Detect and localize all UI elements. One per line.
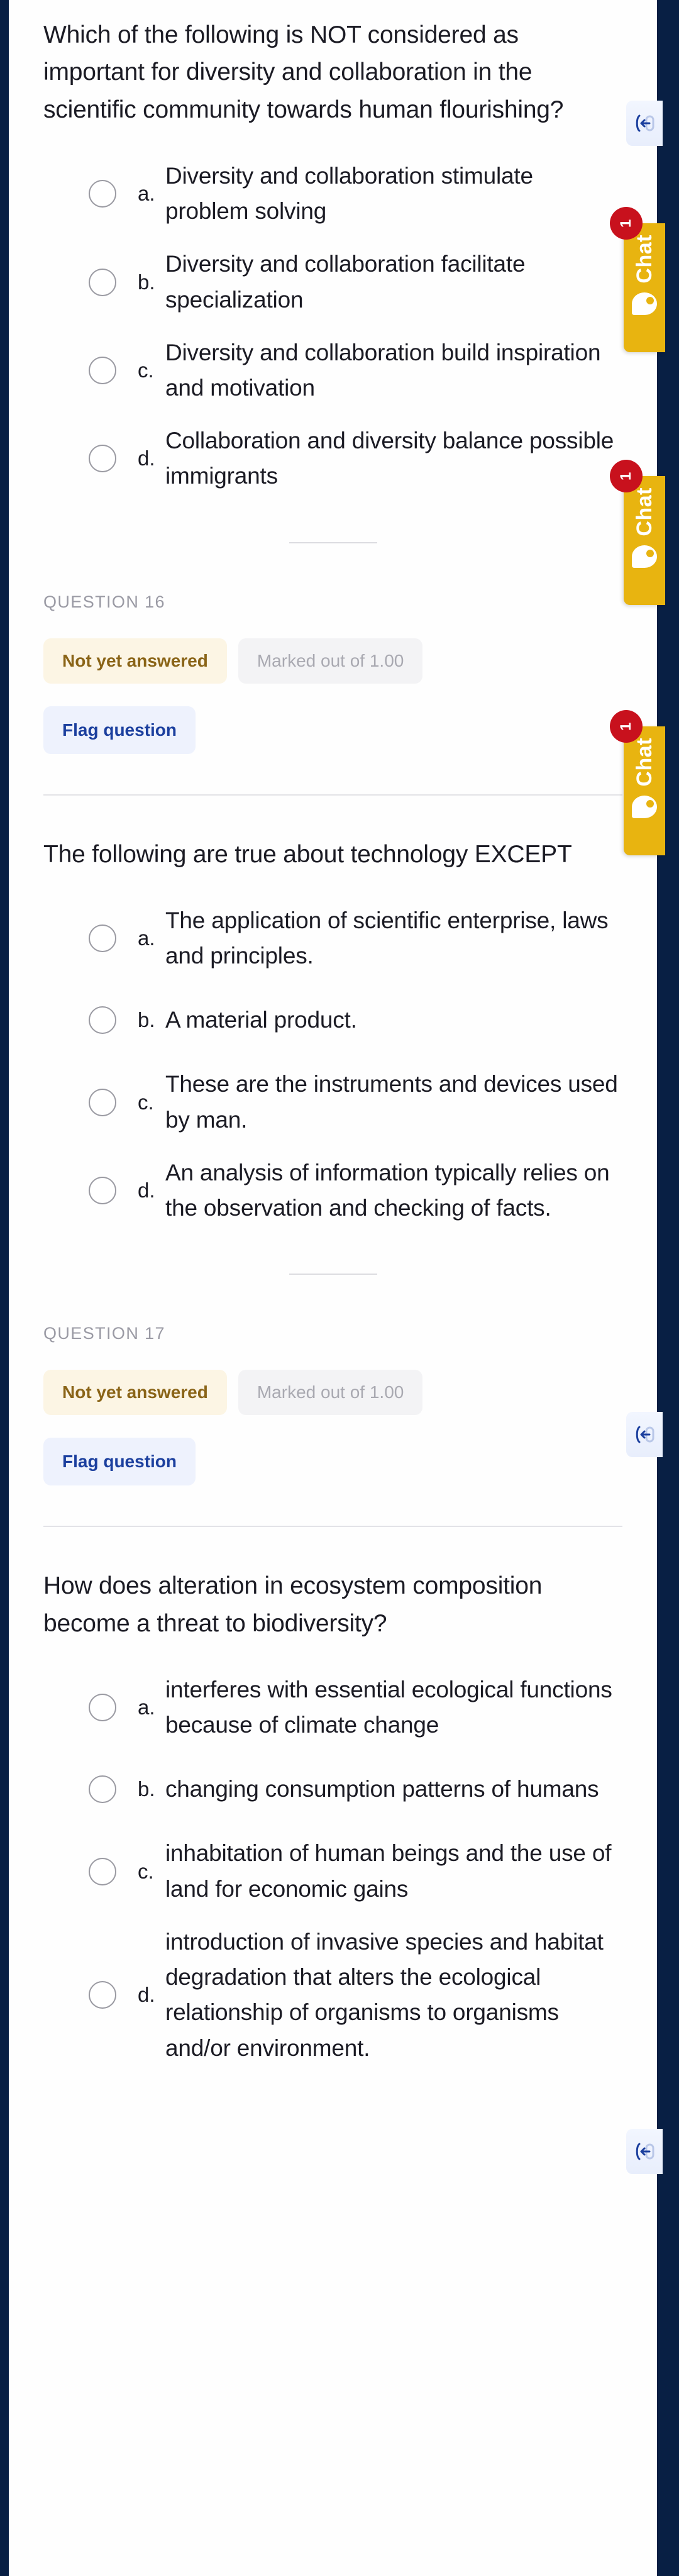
option-letter: c. (138, 1090, 154, 1114)
option-text: interferes with essential ecological fun… (165, 1676, 612, 1738)
question-number-label: QUESTION 17 (43, 1324, 165, 1343)
radio-button-b[interactable] (89, 268, 116, 296)
option-row[interactable]: c. inhabitation of human beings and the … (43, 1827, 622, 1915)
option-letter: a. (138, 926, 155, 950)
option-row[interactable]: b. A material product. (43, 982, 622, 1058)
option-text: changing consumption patterns of humans (165, 1776, 599, 1802)
option-text: A material product. (165, 1007, 357, 1033)
option-letter: d. (138, 1983, 155, 2007)
quiz-content-sheet: Which of the following is NOT considered… (9, 0, 657, 2576)
option-row[interactable]: b. changing consumption patterns of huma… (43, 1752, 622, 1827)
flag-question-button[interactable]: Flag question (43, 1438, 196, 1486)
chat-bubble-icon (632, 795, 657, 818)
chat-widget-label: Chat (632, 235, 656, 284)
option-list: a. interferes with essential ecological … (43, 1663, 622, 2075)
collapse-panel-icon (636, 1426, 654, 1443)
option-row[interactable]: a. interferes with essential ecological … (43, 1663, 622, 1752)
chat-widget-label: Chat (632, 738, 656, 787)
status-badge-marks: Marked out of 1.00 (238, 638, 423, 684)
question-block-q16: QUESTION 16 Not yet answered Marked out … (43, 543, 622, 1275)
status-badge-not-answered: Not yet answered (43, 638, 227, 684)
radio-button-a[interactable] (89, 924, 116, 953)
option-letter: d. (138, 1179, 155, 1202)
question-stem: How does alteration in ecosystem composi… (43, 1572, 543, 1637)
question-meta: QUESTION 16 Not yet answered Marked out … (43, 543, 622, 754)
option-letter: c. (138, 1859, 154, 1883)
collapse-panel-icon (636, 2143, 654, 2160)
radio-button-d[interactable] (89, 1981, 116, 2009)
option-row[interactable]: a. Diversity and collaboration stimulate… (43, 150, 622, 238)
option-row[interactable]: a. The application of scientific enterpr… (43, 894, 622, 982)
option-text: introduction of invasive species and hab… (165, 1928, 604, 2061)
option-text: Diversity and collaboration facilitate s… (165, 251, 526, 313)
collapse-panel-icon (636, 114, 654, 132)
option-list: a. Diversity and collaboration stimulate… (43, 150, 622, 503)
option-row[interactable]: c. These are the instruments and devices… (43, 1058, 622, 1146)
radio-button-c[interactable] (89, 1088, 116, 1116)
chat-bubble-icon (632, 292, 657, 315)
option-row[interactable]: d. Collaboration and diversity balance p… (43, 414, 622, 502)
status-badge-not-answered: Not yet answered (43, 1370, 227, 1416)
chat-widget-tab[interactable]: 1 Chat (610, 710, 665, 855)
question-meta: QUESTION 17 Not yet answered Marked out … (43, 1275, 622, 1486)
status-badge-marks: Marked out of 1.00 (238, 1370, 423, 1416)
flag-question-button[interactable]: Flag question (43, 706, 196, 754)
question-stem: The following are true about technology … (43, 840, 572, 868)
option-text: Diversity and collaboration stimulate pr… (165, 162, 533, 225)
chat-bubble-icon (632, 545, 657, 568)
radio-button-b[interactable] (89, 1775, 116, 1804)
collapse-panel-button[interactable] (626, 2129, 663, 2174)
chat-widget-tab[interactable]: 1 Chat (610, 460, 665, 605)
question-block-q17: QUESTION 17 Not yet answered Marked out … (43, 1275, 622, 2074)
radio-button-a[interactable] (89, 1694, 116, 1722)
radio-button-c[interactable] (89, 356, 116, 384)
option-letter: a. (138, 182, 155, 206)
option-list: a. The application of scientific enterpr… (43, 894, 622, 1235)
radio-button-d[interactable] (89, 445, 116, 473)
option-row[interactable]: b. Diversity and collaboration facilitat… (43, 238, 622, 326)
page-frame-left-rail (0, 0, 9, 2576)
option-text: The application of scientific enterprise… (165, 907, 609, 969)
option-text: inhabitation of human beings and the use… (165, 1840, 612, 1902)
page-frame-right-rail (657, 0, 679, 2576)
option-text: Diversity and collaboration build inspir… (165, 339, 601, 401)
question-number-label: QUESTION 16 (43, 592, 165, 611)
option-row[interactable]: c. Diversity and collaboration build ins… (43, 326, 622, 414)
radio-button-c[interactable] (89, 1857, 116, 1885)
question-status-badges: Not yet answered Marked out of 1.00 (43, 638, 622, 684)
option-letter: c. (138, 358, 154, 382)
option-row[interactable]: d. An analysis of information typically … (43, 1146, 622, 1235)
collapse-panel-button[interactable] (626, 1412, 663, 1457)
option-row[interactable]: d. introduction of invasive species and … (43, 1916, 622, 2075)
option-letter: b. (138, 270, 155, 294)
question-status-badges: Not yet answered Marked out of 1.00 (43, 1370, 622, 1416)
chat-widget-tab[interactable]: 1 Chat (610, 207, 665, 352)
chat-widget-label: Chat (632, 487, 656, 536)
option-text: An analysis of information typically rel… (165, 1159, 610, 1221)
radio-button-d[interactable] (89, 1177, 116, 1205)
question-stem: Which of the following is NOT considered… (43, 21, 564, 123)
option-letter: d. (138, 447, 155, 470)
option-letter: b. (138, 1777, 155, 1801)
question-block-q15: Which of the following is NOT considered… (43, 0, 622, 543)
radio-button-a[interactable] (89, 180, 116, 208)
option-text: Collaboration and diversity balance poss… (165, 428, 614, 489)
option-text: These are the instruments and devices us… (165, 1071, 618, 1133)
option-letter: b. (138, 1008, 155, 1032)
collapse-panel-button[interactable] (626, 101, 663, 146)
option-letter: a. (138, 1696, 155, 1719)
radio-button-b[interactable] (89, 1006, 116, 1035)
